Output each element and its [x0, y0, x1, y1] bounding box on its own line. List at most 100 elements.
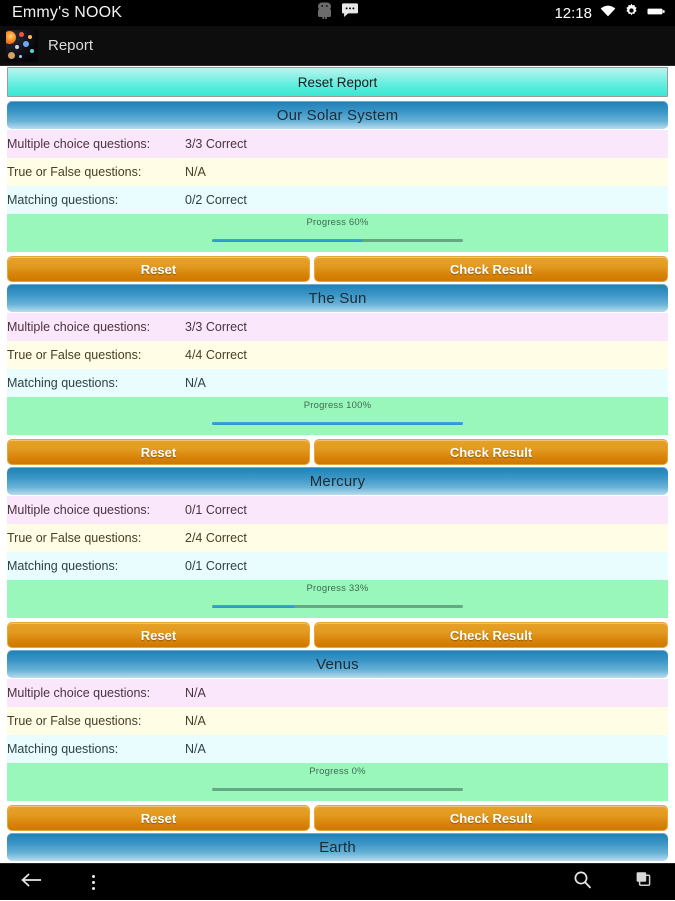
device-name: Emmy's NOOK: [12, 4, 123, 21]
check-result-button-label: Check Result: [449, 627, 533, 643]
multiple-choice-label: Multiple choice questions:: [7, 320, 151, 334]
progress-fill: [212, 605, 295, 608]
check-result-button-label: Check Result: [449, 810, 533, 826]
matching-label: Matching questions:: [7, 193, 119, 207]
progress-bar: [212, 605, 463, 608]
wifi-icon: [600, 4, 616, 22]
table-row: Matching questions: 0/1 Correct: [7, 552, 668, 580]
reset-button-label: Reset: [140, 627, 177, 643]
progress-area: Progress 60%: [7, 214, 668, 252]
back-arrow-icon: [20, 871, 42, 894]
true-false-value: N/A: [185, 165, 206, 179]
check-result-button[interactable]: Check Result: [314, 622, 668, 648]
matching-label: Matching questions:: [7, 742, 119, 756]
search-button[interactable]: [551, 864, 613, 901]
section-actions: Reset Check Result: [7, 256, 668, 282]
check-result-button[interactable]: Check Result: [314, 805, 668, 831]
solar-system-app-icon[interactable]: [6, 29, 38, 62]
check-result-button-label: Check Result: [449, 444, 533, 460]
report-scroll-area[interactable]: Reset Report Our Solar System Multiple c…: [0, 66, 675, 863]
table-row: Matching questions: N/A: [7, 735, 668, 763]
section-actions: Reset Check Result: [7, 805, 668, 831]
section-header-venus[interactable]: Venus: [7, 650, 668, 678]
section-header-mercury[interactable]: Mercury: [7, 467, 668, 495]
table-row: True or False questions: N/A: [7, 158, 668, 186]
table-row: True or False questions: 2/4 Correct: [7, 524, 668, 552]
true-false-label: True or False questions:: [7, 165, 142, 179]
matching-value: N/A: [185, 376, 206, 390]
report-section: Venus Multiple choice questions: N/A Tru…: [0, 650, 675, 831]
check-result-button[interactable]: Check Result: [314, 439, 668, 465]
reset-button-label: Reset: [140, 444, 177, 460]
reset-button[interactable]: Reset: [7, 805, 310, 831]
matching-value: 0/2 Correct: [185, 193, 247, 207]
progress-fill: [212, 239, 363, 242]
table-row: Multiple choice questions: 3/3 Correct: [7, 313, 668, 341]
reset-button-label: Reset: [140, 810, 177, 826]
matching-label: Matching questions:: [7, 559, 119, 573]
reset-button-label: Reset: [140, 261, 177, 277]
table-row: Multiple choice questions: N/A: [7, 679, 668, 707]
section-header-earth[interactable]: Earth: [7, 833, 668, 861]
multiple-choice-label: Multiple choice questions:: [7, 137, 151, 151]
overflow-menu-button[interactable]: [62, 864, 124, 901]
progress-label: Progress 100%: [303, 400, 372, 411]
matching-value: N/A: [185, 742, 206, 756]
reset-button[interactable]: Reset: [7, 622, 310, 648]
table-row: True or False questions: N/A: [7, 707, 668, 735]
multiple-choice-value: N/A: [185, 686, 206, 700]
progress-bar: [212, 788, 463, 791]
section-title: The Sun: [308, 289, 367, 307]
multiple-choice-label: Multiple choice questions:: [7, 503, 151, 517]
section-header-our-solar-system[interactable]: Our Solar System: [7, 101, 668, 129]
back-button[interactable]: [0, 864, 62, 901]
page-title: Report: [48, 37, 94, 54]
section-title: Mercury: [309, 472, 366, 490]
progress-area: Progress 33%: [7, 580, 668, 618]
progress-bar: [212, 422, 463, 425]
search-icon: [573, 870, 592, 894]
section-header-the-sun[interactable]: The Sun: [7, 284, 668, 312]
true-false-value: N/A: [185, 714, 206, 728]
section-title: Earth: [319, 838, 356, 856]
reset-button[interactable]: Reset: [7, 439, 310, 465]
section-title: Our Solar System: [276, 106, 399, 124]
matching-label: Matching questions:: [7, 376, 119, 390]
reset-report-button[interactable]: Reset Report: [7, 67, 668, 97]
true-false-label: True or False questions:: [7, 714, 142, 728]
navigation-bar: [0, 863, 675, 900]
action-bar: Report: [0, 26, 675, 66]
progress-label: Progress 60%: [306, 217, 369, 228]
reset-button[interactable]: Reset: [7, 256, 310, 282]
report-section: The Sun Multiple choice questions: 3/3 C…: [0, 284, 675, 465]
report-section: Mercury Multiple choice questions: 0/1 C…: [0, 467, 675, 648]
multiple-choice-label: Multiple choice questions:: [7, 686, 151, 700]
check-result-button[interactable]: Check Result: [314, 256, 668, 282]
table-row: Matching questions: N/A: [7, 369, 668, 397]
table-row: True or False questions: 4/4 Correct: [7, 341, 668, 369]
check-result-button-label: Check Result: [449, 261, 533, 277]
status-clock: 12:18: [554, 4, 592, 22]
chat-bubble-icon: [341, 3, 359, 23]
multiple-choice-value: 3/3 Correct: [185, 320, 247, 334]
multiple-choice-value: 3/3 Correct: [185, 137, 247, 151]
true-false-value: 2/4 Correct: [185, 531, 247, 545]
overflow-menu-icon: [91, 874, 95, 890]
section-actions: Reset Check Result: [7, 439, 668, 465]
android-robot-icon: [317, 2, 332, 24]
recent-apps-button[interactable]: [613, 864, 675, 901]
status-system-icons: 12:18: [554, 3, 675, 23]
section-title: Venus: [316, 655, 359, 673]
progress-label: Progress 33%: [306, 583, 369, 594]
reset-report-label: Reset Report: [297, 74, 378, 90]
report-section: Earth: [0, 833, 675, 861]
progress-label: Progress 0%: [309, 766, 366, 777]
table-row: Multiple choice questions: 3/3 Correct: [7, 130, 668, 158]
battery-icon: [647, 4, 665, 22]
progress-bar: [212, 239, 463, 242]
report-section: Our Solar System Multiple choice questio…: [0, 101, 675, 282]
progress-area: Progress 0%: [7, 763, 668, 801]
section-actions: Reset Check Result: [7, 622, 668, 648]
true-false-label: True or False questions:: [7, 348, 142, 362]
table-row: Multiple choice questions: 0/1 Correct: [7, 496, 668, 524]
